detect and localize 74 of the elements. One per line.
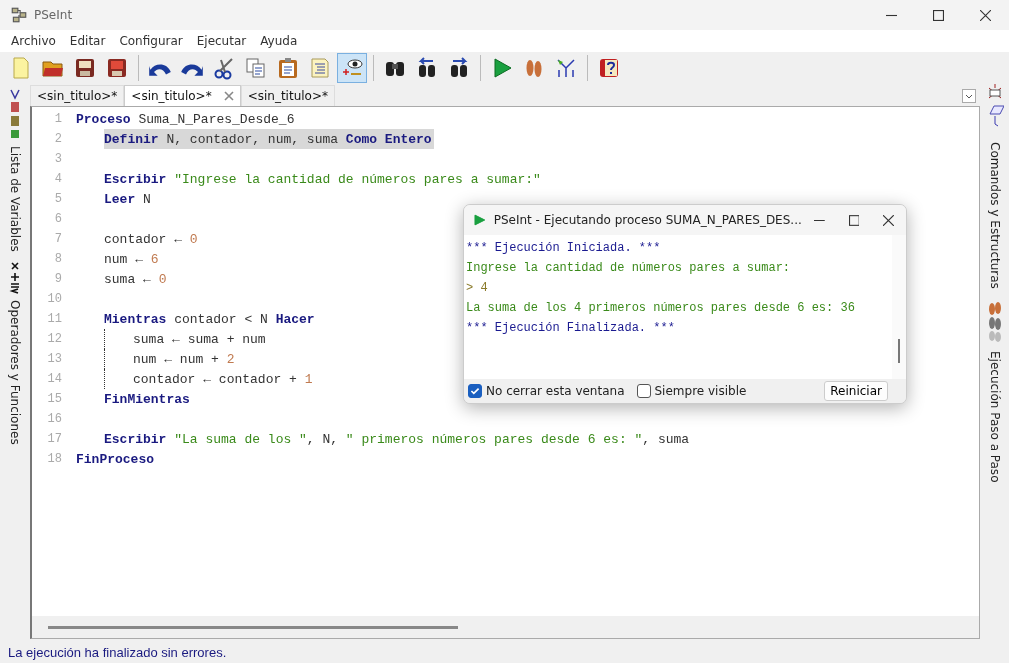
code-line: num ← 6 — [104, 250, 160, 269]
scroll-bar[interactable] — [898, 339, 900, 363]
window-title: PSeInt — [34, 8, 73, 22]
window-title: PSeInt - Ejecutando proceso SUMA_N_PARES_DES... — [493, 213, 802, 227]
variables-icon — [9, 88, 21, 140]
line-number: 7 — [53, 232, 62, 246]
menu-item[interactable]: Ejecutar — [189, 34, 254, 48]
scissors-icon — [212, 56, 236, 80]
document-lines-icon — [308, 56, 332, 80]
code-line: contador ← 0 — [104, 230, 199, 249]
code-line: Proceso Suma_N_Pares_Desde_6 — [76, 110, 296, 129]
checkbox[interactable] — [468, 384, 482, 398]
panel-tab[interactable]: Lista de Variables — [8, 146, 22, 252]
line-number: 12 — [46, 332, 62, 346]
maximize-icon[interactable] — [933, 9, 944, 21]
menu-item[interactable]: Editar — [62, 34, 113, 48]
app-icon — [10, 6, 28, 24]
code-line: Escribir "La suma de los ", N, " primeros números pares desde 6 es: ", suma — [104, 430, 691, 449]
line-number: 18 — [46, 452, 62, 466]
file-tab[interactable]: <sin_titulo>* — [124, 85, 241, 106]
copy-icon — [244, 56, 268, 80]
close-icon[interactable] — [883, 214, 894, 226]
console-line: Ingrese la cantidad de números pares a sumar: — [466, 260, 792, 277]
menu-item[interactable]: Ayuda — [253, 34, 305, 48]
restart-button[interactable]: Reiniciar — [824, 381, 888, 401]
maximize-icon[interactable] — [848, 214, 860, 226]
line-number: 3 — [53, 152, 62, 166]
code-line: FinProceso — [76, 450, 155, 469]
checkbox[interactable] — [636, 384, 651, 398]
line-number: 9 — [53, 272, 62, 286]
console-line: La suma de los 4 primeros números pares desde 6 es: 36 — [466, 300, 856, 317]
checkbox-label[interactable]: Siempre visible — [654, 384, 747, 398]
code-line: contador ← contador + 1 — [133, 370, 314, 389]
code-line: Escribir "Ingrese la cantidad de números pares a sumar:" — [104, 170, 542, 189]
status-text: La ejecución ha finalizado sin errores. — [8, 644, 227, 660]
line-number: 10 — [46, 292, 62, 306]
line-number: 5 — [53, 192, 62, 206]
line-number: 8 — [53, 252, 62, 266]
help-icon — [597, 56, 621, 80]
chevron-down-icon[interactable] — [962, 89, 976, 103]
console-line: *** Ejecución Finalizada. *** — [466, 320, 676, 337]
clipboard-icon — [276, 56, 300, 80]
line-number: 6 — [53, 212, 62, 226]
flowchart-icon — [554, 56, 578, 80]
panel-tab[interactable]: Operadores y Funciones — [8, 299, 22, 445]
line-number: 15 — [46, 392, 62, 406]
line-number: 13 — [46, 352, 62, 366]
code-line: suma ← suma + num — [133, 330, 267, 349]
code-line: FinMientras — [104, 390, 191, 409]
file-tab[interactable]: <sin_titulo>* — [240, 85, 335, 106]
line-number: 16 — [46, 412, 62, 426]
menu-item[interactable]: Archivo — [4, 34, 63, 48]
line-number: 17 — [46, 432, 62, 446]
line-number: 1 — [53, 112, 62, 126]
panel-tab[interactable]: Comandos y Estructuras — [987, 142, 1002, 289]
menu-item[interactable]: Configurar — [112, 34, 190, 48]
code-line: Mientras contador < N Hacer — [104, 310, 316, 329]
line-number: 4 — [53, 172, 62, 186]
console-line: *** Ejecución Iniciada. *** — [466, 240, 662, 257]
close-icon[interactable] — [980, 9, 991, 21]
code-line: num ← num + 2 — [133, 350, 236, 369]
line-number: 14 — [46, 372, 62, 386]
inspect-button[interactable] — [337, 53, 367, 83]
checkbox-label[interactable]: No cerrar esta ventana — [486, 384, 625, 398]
panel-tab[interactable]: Ejecución Paso a Paso — [987, 350, 1002, 483]
code-line: Leer N — [104, 190, 152, 209]
console-line: > 4 — [466, 280, 489, 297]
run-icon — [474, 214, 486, 226]
operators-icon — [9, 259, 21, 294]
line-number: 2 — [53, 132, 62, 146]
file-tab[interactable]: <sin_titulo>* — [30, 85, 125, 106]
code-line: suma ← 0 — [104, 270, 168, 289]
scroll-bar[interactable] — [48, 625, 458, 629]
line-number: 11 — [46, 312, 62, 326]
